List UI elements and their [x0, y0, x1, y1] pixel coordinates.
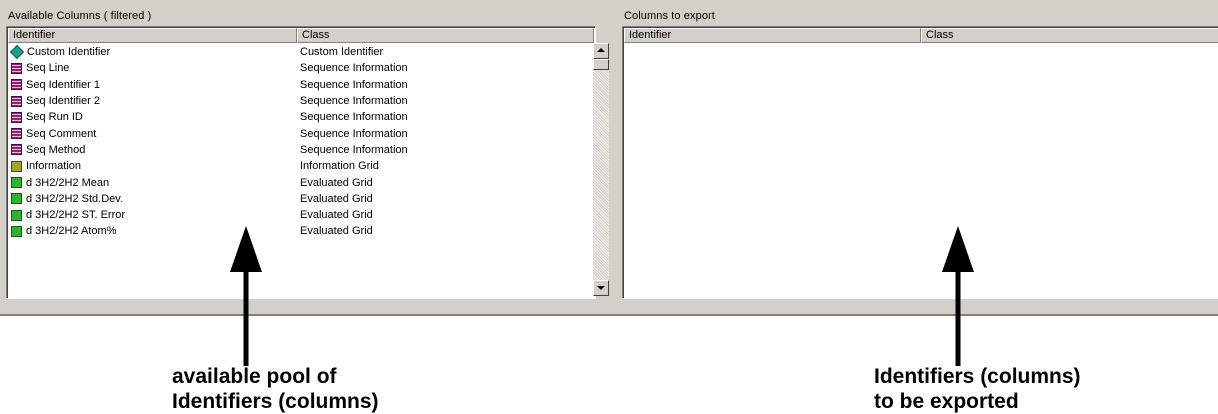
row-class: Sequence Information	[300, 111, 408, 124]
columns-to-export-list[interactable]: Identifier Class	[622, 26, 1218, 299]
row-identifier: d 3H2/2H2 Std.Dev.	[26, 192, 124, 205]
sequence-info-icon	[11, 111, 22, 123]
row-class: Evaluated Grid	[300, 176, 373, 189]
row-class: Sequence Information	[300, 62, 408, 75]
row-identifier: Seq Comment	[26, 127, 97, 140]
list-item[interactable]: d 3H2/2H2 Atom% Evaluated Grid	[8, 223, 408, 239]
list-item[interactable]: d 3H2/2H2 Std.Dev. Evaluated Grid	[8, 191, 408, 207]
row-identifier: d 3H2/2H2 Atom%	[26, 225, 117, 238]
scroll-up-arrow-icon[interactable]	[593, 43, 609, 59]
list-item[interactable]: Seq Line Sequence Information	[8, 60, 408, 76]
row-identifier: Information	[26, 160, 82, 173]
row-class: Evaluated Grid	[300, 192, 373, 205]
sequence-info-icon	[11, 79, 22, 91]
row-identifier: Seq Identifier 1	[26, 78, 100, 91]
available-columns-title: Available Columns ( filtered )	[8, 10, 152, 22]
list-item[interactable]: Seq Identifier 2 Sequence Information	[8, 93, 408, 109]
list-item[interactable]: d 3H2/2H2 Mean Evaluated Grid	[8, 174, 408, 190]
vertical-scrollbar[interactable]	[593, 43, 609, 296]
list-item[interactable]: Seq Identifier 1 Sequence Information	[8, 77, 408, 93]
evaluated-grid-icon	[11, 193, 22, 205]
row-identifier: d 3H2/2H2 Mean	[26, 176, 110, 189]
row-class: Sequence Information	[300, 143, 408, 156]
sequence-info-icon	[11, 128, 22, 140]
row-identifier: Seq Run ID	[26, 111, 83, 124]
list-item[interactable]: Information Information Grid	[8, 158, 408, 174]
export-columns-dialog: Available Columns ( filtered ) Identifie…	[0, 0, 1218, 316]
row-class: Information Grid	[300, 160, 379, 173]
up-arrow-icon	[230, 226, 262, 366]
row-class: Sequence Information	[300, 95, 408, 108]
row-identifier: Seq Line	[26, 62, 70, 75]
row-identifier: d 3H2/2H2 ST. Error	[26, 209, 126, 222]
column-header-class[interactable]: Class	[297, 28, 594, 43]
row-identifier: Seq Identifier 2	[26, 95, 100, 108]
available-columns-rows: Custom Identifier Custom Identifier Seq …	[8, 44, 408, 240]
sequence-info-icon	[11, 62, 22, 74]
evaluated-grid-icon	[11, 177, 22, 189]
row-identifier: Custom Identifier	[27, 46, 111, 59]
custom-identifier-diamond-icon	[9, 45, 25, 60]
evaluated-grid-icon	[11, 209, 22, 221]
row-identifier: Seq Method	[26, 143, 86, 156]
available-columns-header: Identifier Class	[8, 28, 594, 43]
columns-to-export-title: Columns to export	[624, 10, 715, 22]
row-class: Sequence Information	[300, 127, 408, 140]
information-grid-icon	[11, 160, 22, 172]
list-item[interactable]: Custom Identifier Custom Identifier	[8, 44, 408, 60]
list-item[interactable]: Seq Comment Sequence Information	[8, 125, 408, 141]
list-item[interactable]: Seq Method Sequence Information	[8, 142, 408, 158]
scrollbar-thumb[interactable]	[593, 59, 609, 70]
sequence-info-icon	[11, 144, 22, 156]
available-pool-caption: available pool of Identifiers (columns)	[172, 365, 379, 413]
sequence-info-icon	[11, 95, 22, 107]
list-item[interactable]: Seq Run ID Sequence Information	[8, 109, 408, 125]
row-class: Custom Identifier	[300, 46, 384, 59]
scroll-down-arrow-icon[interactable]	[593, 280, 609, 296]
columns-to-export-header: Identifier Class	[624, 28, 1218, 43]
column-header-class[interactable]: Class	[921, 28, 1218, 43]
column-header-identifier[interactable]: Identifier	[624, 28, 921, 43]
up-arrow-icon	[942, 226, 974, 366]
row-class: Sequence Information	[300, 78, 408, 91]
list-item[interactable]: d 3H2/2H2 ST. Error Evaluated Grid	[8, 207, 408, 223]
evaluated-grid-icon	[11, 225, 22, 237]
row-class: Evaluated Grid	[300, 209, 373, 222]
row-class: Evaluated Grid	[300, 225, 373, 238]
to-be-exported-caption: Identifiers (columns) to be exported	[874, 365, 1081, 413]
available-columns-list[interactable]: Identifier Class Custom Identifier Custo…	[6, 26, 596, 299]
column-header-identifier[interactable]: Identifier	[8, 28, 297, 43]
